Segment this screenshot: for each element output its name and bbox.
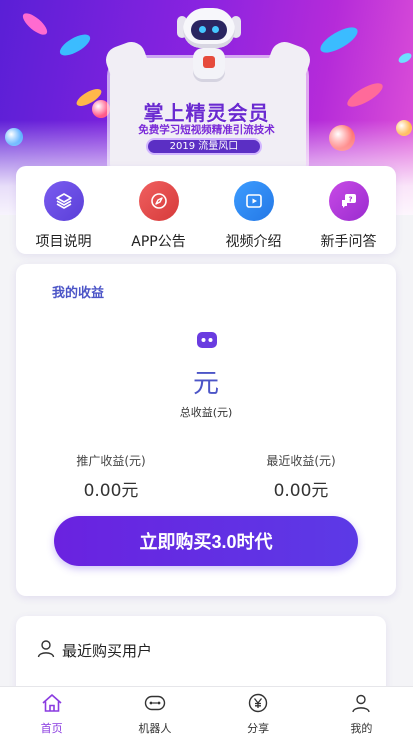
promo-earnings-value: 0.00元 [83,481,139,501]
buy-button[interactable]: 立即购买3.0时代 [54,516,358,566]
menu-label: 项目说明 [35,234,92,250]
quick-menu: 项目说明 APP公告 视频介绍 ? 新手问答 [16,166,396,254]
video-icon [233,181,274,221]
menu-label: 新手问答 [320,234,377,250]
menu-item-faq[interactable]: ? 新手问答 [301,166,396,254]
robot-face-icon [144,693,166,717]
tab-label: 我的 [350,722,373,735]
layers-icon [43,181,84,221]
bottom-tab-bar: 首页 机器人 分享 我的 [0,686,413,739]
recent-buyers-title: 最近购买用户 [62,641,153,660]
decor-ribbon [56,30,94,60]
menu-item-video-intro[interactable]: 视频介绍 [206,166,301,254]
recent-earnings: 最近收益(元) 0.00元 [206,452,396,501]
tab-home[interactable]: 首页 [0,687,103,739]
svg-text:?: ? [348,196,352,204]
tab-label: 首页 [40,722,63,735]
yen-icon [247,693,269,717]
menu-item-app-notice[interactable]: APP公告 [111,166,206,254]
total-earnings-value: 元 [192,369,219,399]
earnings-card: 我的收益 元 总收益(元) 推广收益(元) 0.00元 最近收益(元) 0.00… [16,264,396,596]
page: 掌上精灵会员 免费学习短视频精准引流技术 2019 流量风口 项目说明 APP公… [0,0,413,739]
menu-item-project-info[interactable]: 项目说明 [16,166,111,254]
banner-pill: 2019 流量风口 [146,138,262,155]
promo-earnings-label: 推广收益(元) [76,454,146,468]
tab-label: 机器人 [138,722,172,735]
home-icon [41,693,63,717]
tab-robot[interactable]: 机器人 [103,687,206,739]
robot-mascot [177,8,241,88]
tab-share[interactable]: 分享 [207,687,310,739]
recent-earnings-label: 最近收益(元) [266,454,336,468]
promo-earnings: 推广收益(元) 0.00元 [16,452,206,501]
tab-mine[interactable]: 我的 [310,687,413,739]
menu-label: APP公告 [131,234,186,250]
user-icon [36,638,56,662]
recent-buyers-header: 最近购买用户 [36,638,152,662]
person-icon [350,693,372,717]
recent-earnings-value: 0.00元 [273,481,329,501]
compass-icon [138,181,179,221]
earnings-title: 我的收益 [52,286,105,301]
decor-ribbon [396,51,413,65]
decor-ribbon [316,22,362,58]
chat-question-icon: ? [328,181,369,221]
robot-icon [196,330,218,354]
menu-label: 视频介绍 [225,234,282,250]
decor-ribbon [19,9,51,39]
total-earnings-label: 总收益(元) [179,406,233,419]
tab-label: 分享 [247,722,270,735]
banner-subtitle: 免费学习短视频精准引流技术 [138,124,275,136]
